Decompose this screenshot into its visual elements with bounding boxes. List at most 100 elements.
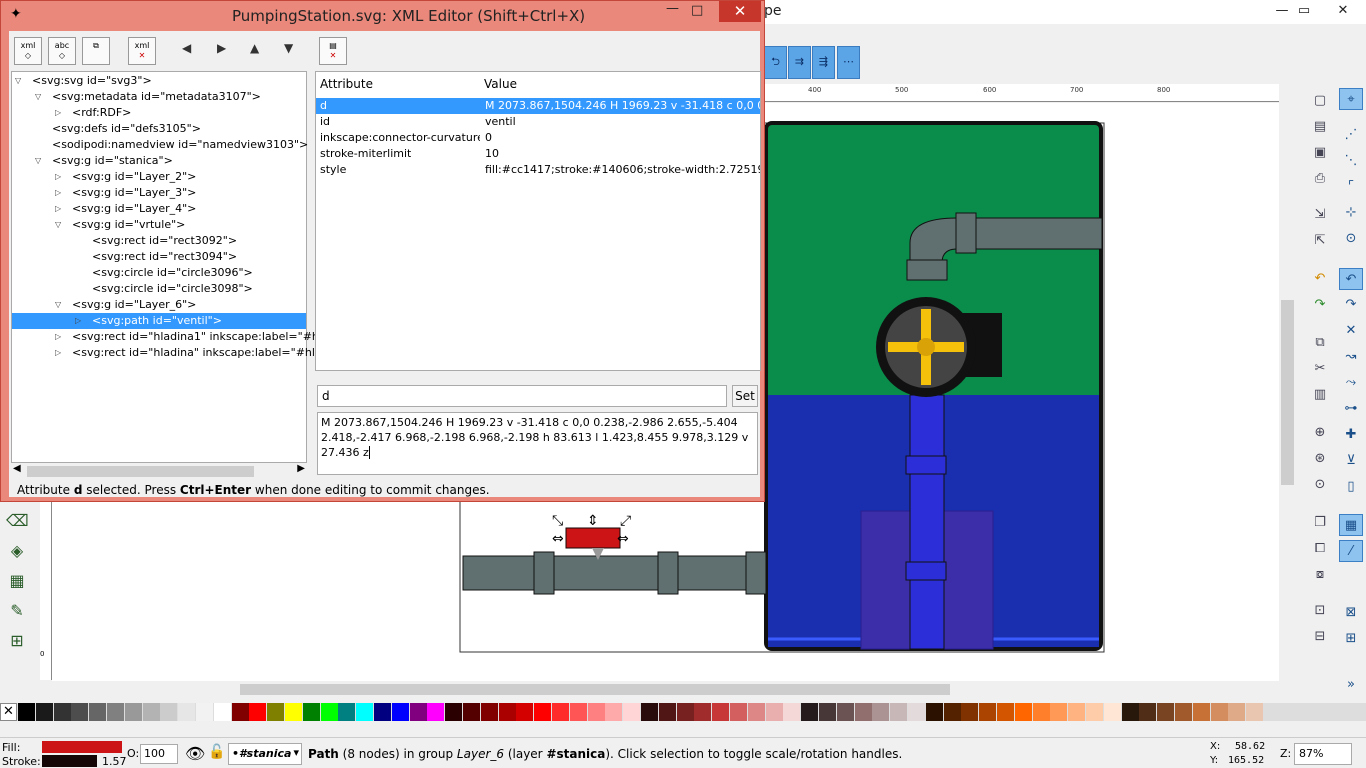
duplicate-icon[interactable]: ❐ xyxy=(1311,514,1329,532)
open-icon[interactable]: ▤ xyxy=(1311,118,1329,136)
zoom-input[interactable]: 87% xyxy=(1294,743,1352,765)
palette-swatch[interactable] xyxy=(712,703,730,721)
xml-minimize-button[interactable]: — xyxy=(666,1,679,16)
gradient-tool-icon[interactable]: ▦ xyxy=(6,570,28,592)
palette-swatch[interactable] xyxy=(569,703,587,721)
align-button[interactable]: ⮌ xyxy=(764,46,787,79)
palette-swatch[interactable] xyxy=(213,703,231,721)
undo-icon[interactable]: ↶ xyxy=(1311,270,1329,288)
attribute-name-cell[interactable]: style xyxy=(320,162,346,178)
palette-swatch[interactable] xyxy=(552,703,569,721)
snap-line-midpoint-icon[interactable]: ⤳ xyxy=(1339,372,1363,394)
import-icon[interactable]: ⇲ xyxy=(1311,206,1329,224)
tree-expander-icon[interactable]: ▷ xyxy=(55,188,61,197)
palette-swatch[interactable] xyxy=(890,703,908,721)
attribute-value-cell[interactable]: 10 xyxy=(485,146,760,162)
palette-swatch[interactable] xyxy=(1192,703,1210,721)
palette-swatch[interactable] xyxy=(1032,703,1050,721)
set-attribute-button[interactable]: Set xyxy=(732,385,758,407)
palette-swatch[interactable] xyxy=(1014,703,1032,721)
align-left-button[interactable]: ⇉ xyxy=(788,46,811,79)
tree-node[interactable]: <svg:svg id="svg3"> xyxy=(32,73,152,89)
palette-swatch[interactable] xyxy=(783,703,801,721)
tree-node[interactable]: <svg:rect id="rect3094"> xyxy=(92,249,237,265)
palette-swatch[interactable] xyxy=(943,703,961,721)
palette-swatch[interactable] xyxy=(338,703,356,721)
tree-expander-icon[interactable]: ▷ xyxy=(55,332,61,341)
new-document-icon[interactable]: ▢ xyxy=(1311,92,1329,110)
palette-swatch[interactable] xyxy=(694,703,712,721)
palette-swatch[interactable] xyxy=(641,703,658,721)
connector-tool-icon[interactable]: ⊞ xyxy=(6,630,28,652)
unindent-node-button[interactable]: ◀ xyxy=(182,41,191,55)
palette-swatch[interactable] xyxy=(35,703,53,721)
palette-swatch[interactable] xyxy=(53,703,71,721)
palette-swatch[interactable] xyxy=(1175,703,1192,721)
palette-swatch[interactable] xyxy=(587,703,605,721)
eye-icon[interactable]: 👁 xyxy=(185,744,205,763)
attribute-name-cell[interactable]: stroke-miterlimit xyxy=(320,146,411,162)
indent-node-button[interactable]: ▶ xyxy=(217,41,226,55)
palette-swatch[interactable] xyxy=(1068,703,1086,721)
palette-swatch[interactable] xyxy=(1103,703,1121,721)
raise-node-button[interactable]: ▲ xyxy=(250,41,259,55)
scroll-left-icon[interactable]: ◀ xyxy=(13,463,21,474)
cut-icon[interactable]: ✂ xyxy=(1311,360,1329,378)
attribute-name-cell[interactable]: d xyxy=(320,98,327,114)
palette-swatch[interactable] xyxy=(160,703,178,721)
xml-close-button[interactable]: ✕ xyxy=(719,1,761,22)
delete-node-button[interactable]: xml ✕ xyxy=(128,37,156,65)
tree-expander-icon[interactable]: ▷ xyxy=(55,108,61,117)
tree-node[interactable]: <svg:g id="stanica"> xyxy=(52,153,173,169)
palette-swatch[interactable] xyxy=(836,703,854,721)
clone-icon[interactable]: ⧠ xyxy=(1311,540,1329,558)
tree-node[interactable]: <svg:g id="Layer_6"> xyxy=(72,297,196,313)
unlink-clone-icon[interactable]: ⧇ xyxy=(1311,566,1329,584)
palette-swatch[interactable] xyxy=(249,703,267,721)
tree-expander-icon[interactable]: ▷ xyxy=(55,348,61,357)
export-icon[interactable]: ⇱ xyxy=(1311,232,1329,250)
snap-bbox-icon[interactable]: ⋰ xyxy=(1339,124,1363,146)
attribute-value-textarea[interactable]: M 2073.867,1504.246 H 1969.23 v -31.418 … xyxy=(317,412,758,475)
palette-swatch[interactable] xyxy=(285,703,302,721)
palette-swatch[interactable] xyxy=(925,703,943,721)
stroke-indicator[interactable] xyxy=(42,755,97,767)
group-icon[interactable]: ⊡ xyxy=(1311,602,1329,620)
tree-node[interactable]: <svg:g id="vrtule"> xyxy=(72,217,185,233)
palette-swatch[interactable] xyxy=(391,703,409,721)
snap-toggle-icon[interactable]: ⌖ xyxy=(1339,88,1363,110)
palette-swatch[interactable] xyxy=(1246,703,1264,721)
tree-node[interactable]: <svg:circle id="circle3098"> xyxy=(92,281,253,297)
new-element-node-button[interactable]: xml ◇ xyxy=(14,37,42,65)
palette-swatch[interactable] xyxy=(997,703,1014,721)
palette-swatch[interactable] xyxy=(1157,703,1175,721)
tree-node[interactable]: <svg:rect id="rect3092"> xyxy=(92,233,237,249)
stroke-width-value[interactable]: 1.57 xyxy=(102,755,127,768)
snap-smooth-nodes-icon[interactable]: ↝ xyxy=(1339,346,1363,368)
chevron-right-icon[interactable]: » xyxy=(1339,674,1363,696)
snap-center-icon[interactable]: ⊙ xyxy=(1339,228,1363,250)
palette-swatch[interactable] xyxy=(1121,703,1139,721)
snap-rotation-center-icon[interactable]: ✚ xyxy=(1339,424,1363,446)
palette-swatch[interactable] xyxy=(801,703,819,721)
lock-icon[interactable]: 🔓 xyxy=(208,744,225,760)
palette-swatch[interactable] xyxy=(1050,703,1068,721)
opacity-input[interactable]: 100 xyxy=(140,744,178,764)
palette-swatch[interactable] xyxy=(178,703,196,721)
palette-swatch[interactable] xyxy=(409,703,427,721)
palette-swatch[interactable] xyxy=(107,703,124,721)
palette-swatch[interactable] xyxy=(605,703,623,721)
paste-icon[interactable]: ▥ xyxy=(1311,386,1329,404)
attribute-name-cell[interactable]: inkscape:connector-curvature xyxy=(320,130,480,146)
zoom-page-icon[interactable]: ⊙ xyxy=(1311,476,1329,494)
eraser-tool-icon[interactable]: ⌫ xyxy=(6,510,29,532)
snap-intersection-icon[interactable]: ✕ xyxy=(1339,320,1363,342)
distribute-button[interactable]: ⋯ xyxy=(837,46,860,79)
palette-scrollbar[interactable] xyxy=(0,722,1366,736)
palette-swatch[interactable] xyxy=(819,703,836,721)
fill-indicator[interactable] xyxy=(42,741,122,753)
palette-swatch[interactable] xyxy=(730,703,747,721)
palette-swatch[interactable] xyxy=(623,703,641,721)
palette-swatch[interactable] xyxy=(427,703,445,721)
xml-maximize-button[interactable]: □ xyxy=(691,3,703,18)
